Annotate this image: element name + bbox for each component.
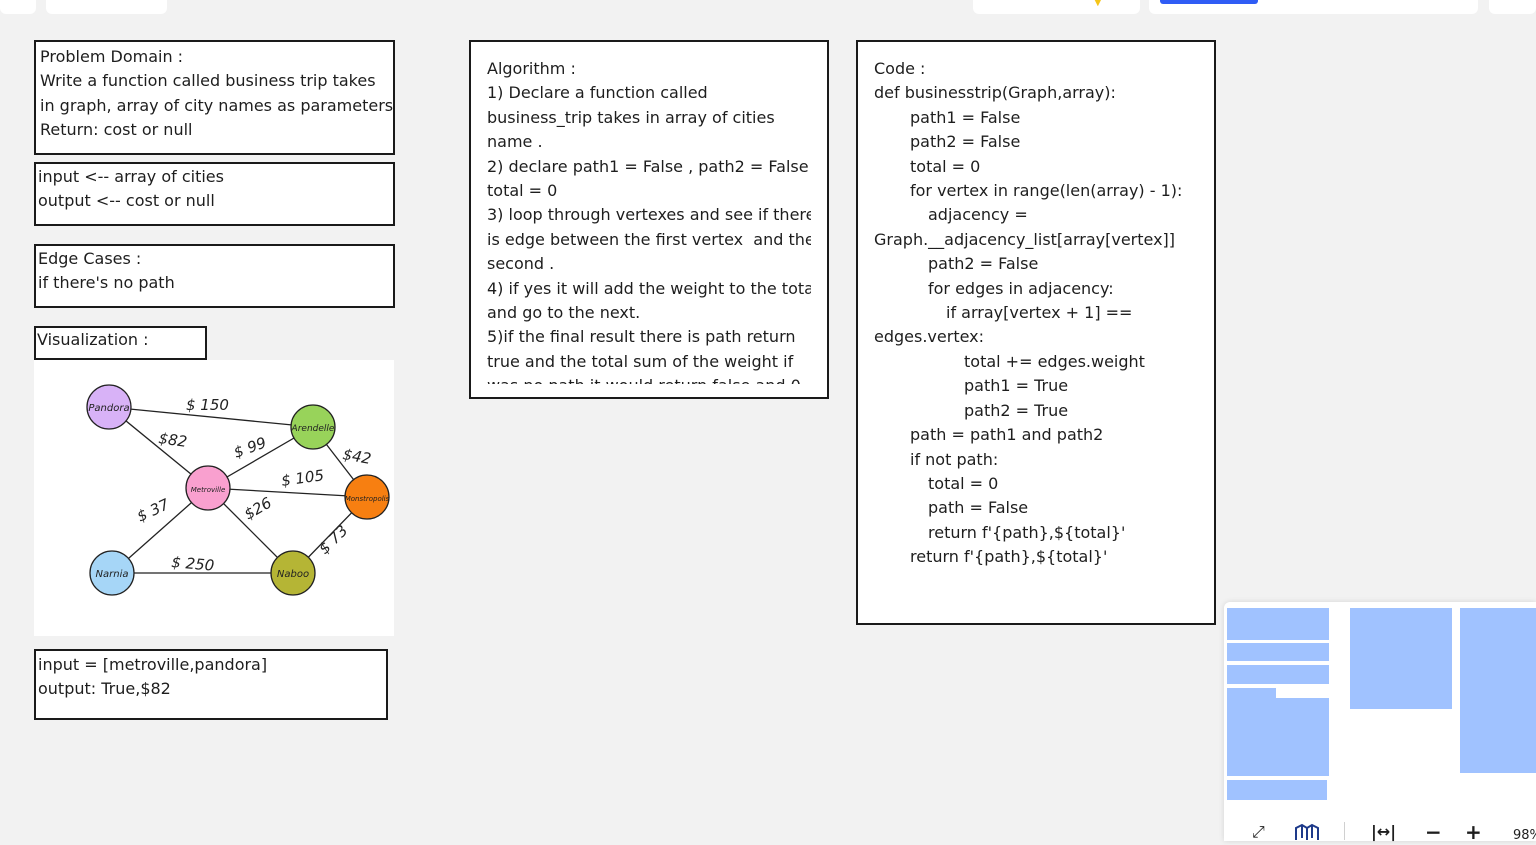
code-line: adjacency = [928, 205, 1028, 225]
algorithm-line: is edge between the first vertex and the [487, 229, 811, 249]
code-line: return f'{path},${total}' [910, 547, 1108, 567]
graph-node-pandora: Pandora [86, 384, 132, 430]
edge-cases-card[interactable]: Edge Cases : if there's no path [34, 244, 395, 308]
graph-svg: $ 150 $82 $ 99 $42 $ 105 $ 37 $26 $ 250 $ 73 Pan… [86, 384, 390, 596]
code-line: path1 = False [910, 107, 1021, 127]
algorithm-line: 2) declare path1 = False , path2 = False… [487, 156, 811, 176]
problem-domain-line: Write a function called business trip ta… [40, 71, 376, 91]
algorithm-line: 5)if the final result there is path retu… [487, 327, 796, 347]
graph-node-naboo: Naboo [270, 550, 316, 596]
code-line: path2 = False [928, 254, 1039, 274]
code-line: total = 0 [910, 156, 981, 176]
graph-image[interactable]: $ 150 $82 $ 99 $42 $ 105 $ 37 $26 $ 250 $ 73 Pan… [34, 360, 394, 636]
edge-weight-label: $42 [341, 445, 372, 468]
code-line: path2 = True [964, 400, 1069, 420]
edge-weight-label: $26 [241, 494, 275, 524]
graph-node-metroville: Metroville [185, 465, 231, 511]
edge-weight-label: $82 [157, 429, 188, 451]
io-input-line: input <-- array of cities [38, 167, 224, 186]
code-line: if not path: [910, 449, 999, 469]
reaction-icon[interactable]: ▼ [1094, 0, 1120, 6]
minimap-block [1227, 643, 1329, 661]
algorithm-line: and go to the next. [487, 303, 641, 323]
minimap-block [1460, 608, 1536, 773]
algorithm-line: was no path it would return false and 0 [487, 374, 811, 384]
graph-node-label: Pandora [88, 403, 129, 414]
problem-domain-line: in graph, array of city names as paramet… [40, 95, 394, 115]
graph-node-label: Metroville [191, 486, 226, 494]
zoom-out-icon[interactable]: − [1425, 822, 1442, 842]
minimap-toolbar: ⤢ |↔| − + 98% [1224, 816, 1536, 843]
edge-weight-label: $ 150 [186, 396, 229, 414]
map-icon[interactable] [1294, 822, 1320, 845]
algorithm-card[interactable]: Algorithm : 1) Declare a function called… [469, 40, 829, 399]
problem-domain-line: Return: cost or null [40, 120, 193, 140]
code-card[interactable]: Code : def businesstrip(Graph,array): pa… [856, 40, 1216, 625]
share-button[interactable] [1160, 0, 1258, 4]
fit-width-icon[interactable]: |↔| [1371, 822, 1396, 842]
toolbar-fragment-left [0, 0, 36, 14]
edge-cases-title: Edge Cases : [38, 249, 142, 268]
edge-cases-line: if there's no path [38, 273, 175, 293]
toolbar-fragment-board-name[interactable] [46, 0, 167, 14]
algorithm-line: total = 0 [487, 181, 558, 201]
toolbar-divider [1344, 822, 1345, 840]
algorithm-line: 1) Declare a function called [487, 83, 708, 103]
code-line: path2 = False [910, 132, 1021, 152]
visualization-card[interactable]: Visualization : [34, 326, 207, 360]
zoom-in-icon[interactable]: + [1465, 822, 1482, 842]
fullscreen-icon[interactable]: ⤢ [1252, 822, 1265, 842]
code-line: total += edges.weight [964, 351, 1145, 371]
code-line: path = False [928, 498, 1029, 518]
io-output-line: output <-- cost or null [38, 191, 215, 211]
edge-weight-label: $ 250 [171, 553, 215, 575]
minimap-block [1350, 608, 1452, 709]
toolbar-fragment-right [1489, 0, 1536, 14]
edge-weight-label: $ 37 [134, 495, 172, 526]
algorithm-line: 3) loop through vertexes and see if ther… [487, 205, 811, 225]
example-card[interactable]: input = [metroville,pandora] output: Tru… [34, 649, 388, 720]
code-line: path = path1 and path2 [910, 425, 1104, 445]
code-line: for edges in adjacency: [928, 278, 1114, 298]
example-output: output: True,$82 [38, 679, 171, 699]
minimap-block [1227, 665, 1329, 684]
graph-node-label: Arendelle [291, 424, 335, 434]
graph-node-label: Narnia [96, 569, 129, 580]
algorithm-line: true and the total sum of the weight if [487, 351, 794, 371]
algorithm-line: business_trip takes in array of cities [487, 107, 775, 127]
minimap-block [1227, 688, 1276, 698]
code-line: return f'{path},${total}' [928, 522, 1126, 542]
edge-weight-label: $ 73 [315, 521, 351, 557]
minimap-panel[interactable]: ⤢ |↔| − + 98% [1224, 602, 1536, 843]
problem-domain-card[interactable]: Problem Domain : Write a function called… [34, 40, 395, 155]
example-input: input = [metroville,pandora] [38, 655, 268, 674]
edge-weight-label: $ 105 [280, 466, 325, 490]
code-line: Graph.__adjacency_list[array[vertex]] [874, 229, 1176, 249]
input-output-card[interactable]: input <-- array of cities output <-- cos… [34, 162, 395, 226]
code-title: Code : [874, 59, 926, 78]
code-line: def businesstrip(Graph,array): [874, 83, 1116, 103]
visualization-label: Visualization : [37, 330, 149, 349]
graph-node-label: Naboo [277, 569, 309, 580]
graph-node-narnia: Narnia [89, 550, 135, 596]
edge-weight-label: $ 99 [231, 433, 269, 461]
graph-node-monstropolis: Monstropolis [344, 474, 390, 520]
code-line: edges.vertex: [874, 327, 985, 347]
graph-edge [207, 487, 368, 498]
code-line: if array[vertex + 1] == [946, 303, 1133, 323]
algorithm-line: name . [487, 132, 543, 152]
minimap-block [1227, 698, 1329, 776]
graph-node-label: Monstropolis [345, 495, 390, 503]
algorithm-title: Algorithm : [487, 59, 576, 78]
algorithm-line: 4) if yes it will add the weight to the … [487, 278, 811, 298]
algorithm-line: second . [487, 254, 555, 274]
problem-domain-title: Problem Domain : [40, 47, 184, 66]
minimap-block [1227, 608, 1329, 640]
code-line: total = 0 [928, 473, 999, 493]
minimap-block [1227, 780, 1327, 800]
code-line: for vertex in range(len(array) - 1): [910, 181, 1183, 201]
code-line: path1 = True [964, 376, 1069, 396]
graph-node-arendelle: Arendelle [290, 404, 336, 450]
